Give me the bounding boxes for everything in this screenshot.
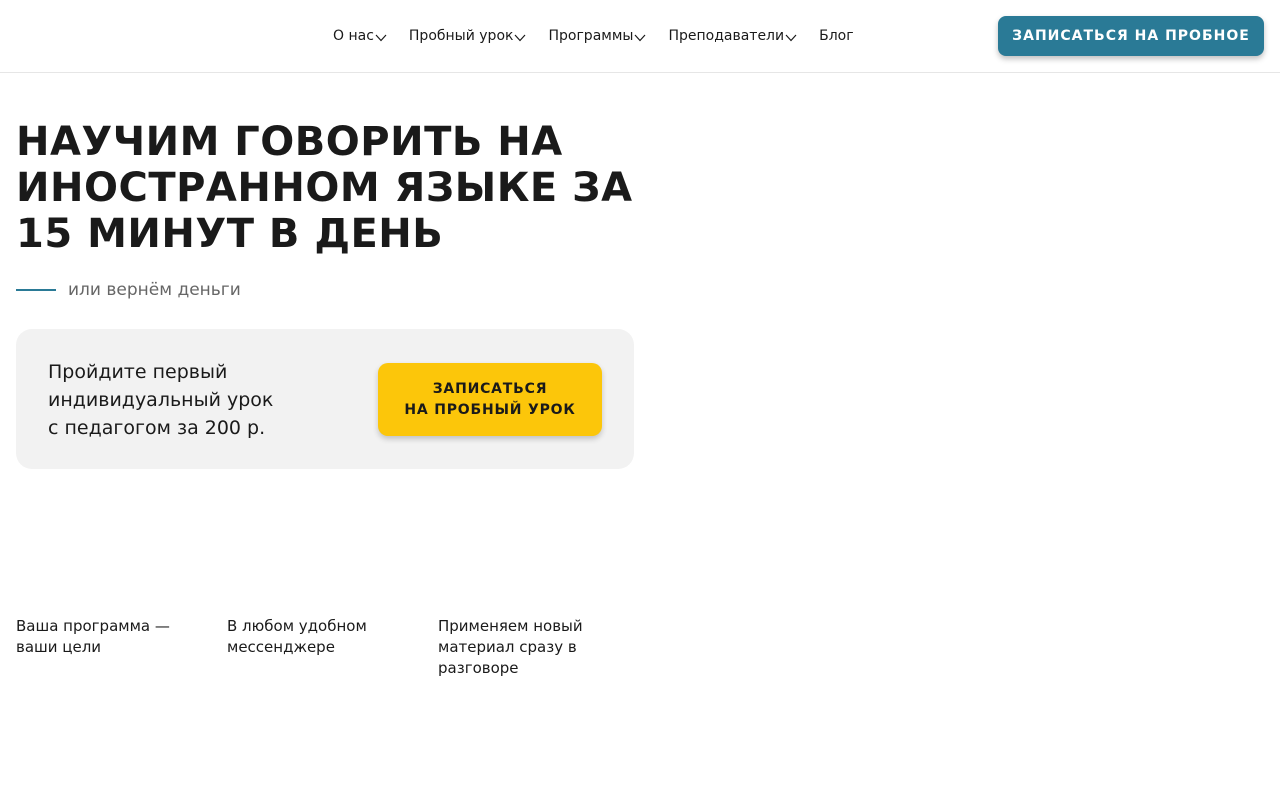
hero-subtitle: или вернём деньги bbox=[16, 279, 241, 301]
feature-text-line: В любом удобном bbox=[227, 617, 367, 635]
feature-text-line: Применяем новый bbox=[438, 617, 583, 635]
nav-item-programs[interactable]: Программы bbox=[548, 26, 646, 46]
offer-text: Пройдите первый индивидуальный урок с пе… bbox=[48, 358, 273, 442]
feature-text-line: мессенджере bbox=[227, 638, 335, 656]
offer-button-line: НА ПРОБНЫЙ УРОК bbox=[404, 401, 576, 418]
chevron-down-icon bbox=[785, 32, 797, 44]
nav-item-label: Пробный урок bbox=[408, 28, 514, 44]
nav-item-trial-lesson[interactable]: Пробный урок bbox=[409, 26, 527, 46]
chevron-down-icon bbox=[375, 32, 387, 44]
header-trial-signup-button[interactable]: ЗАПИСАТЬСЯ НА ПРОБНОЕ bbox=[998, 16, 1264, 56]
offer-text-line: индивидуальный урок bbox=[48, 389, 274, 411]
nav-item-about[interactable]: О нас bbox=[333, 26, 387, 46]
chevron-down-icon bbox=[514, 32, 526, 44]
feature-item: Ваша программа — ваши цели bbox=[16, 616, 206, 658]
trial-lesson-signup-button[interactable]: ЗАПИСАТЬСЯ НА ПРОБНЫЙ УРОК bbox=[378, 363, 602, 436]
nav-item-blog[interactable]: Блог bbox=[819, 26, 853, 46]
subtitle-divider bbox=[16, 289, 56, 291]
nav-item-label: Блог bbox=[819, 28, 854, 44]
nav-item-label: Программы bbox=[548, 28, 634, 44]
hero-title: НАУЧИМ ГОВОРИТЬ НА ИНОСТРАННОМ ЯЗЫКЕ ЗА … bbox=[16, 119, 656, 257]
main-nav: О нас Пробный урок Программы Преподавате… bbox=[333, 26, 876, 46]
site-header: О нас Пробный урок Программы Преподавате… bbox=[0, 0, 1280, 73]
hero-subtitle-text: или вернём деньги bbox=[68, 280, 241, 300]
hero-title-line: 15 МИНУТ В ДЕНЬ bbox=[16, 211, 444, 257]
feature-item: В любом удобном мессенджере bbox=[227, 616, 417, 658]
feature-item: Применяем новый материал сразу в разгово… bbox=[438, 616, 628, 679]
feature-text-line: ваши цели bbox=[16, 638, 102, 656]
offer-button-line: ЗАПИСАТЬСЯ bbox=[432, 380, 548, 397]
nav-item-label: Преподаватели bbox=[668, 28, 785, 44]
trial-offer-card: Пройдите первый индивидуальный урок с пе… bbox=[16, 329, 634, 469]
nav-item-teachers[interactable]: Преподаватели bbox=[668, 26, 797, 46]
nav-item-label: О нас bbox=[333, 28, 374, 44]
offer-text-line: Пройдите первый bbox=[48, 361, 228, 383]
hero-title-line: ИНОСТРАННОМ ЯЗЫКЕ ЗА bbox=[16, 165, 633, 211]
offer-text-line: с педагогом за 200 р. bbox=[48, 417, 266, 439]
feature-text-line: материал сразу в bbox=[438, 638, 577, 656]
feature-text-line: Ваша программа — bbox=[16, 617, 170, 635]
chevron-down-icon bbox=[634, 32, 646, 44]
hero-title-line: НАУЧИМ ГОВОРИТЬ НА bbox=[16, 119, 563, 165]
feature-text-line: разговоре bbox=[438, 659, 519, 677]
